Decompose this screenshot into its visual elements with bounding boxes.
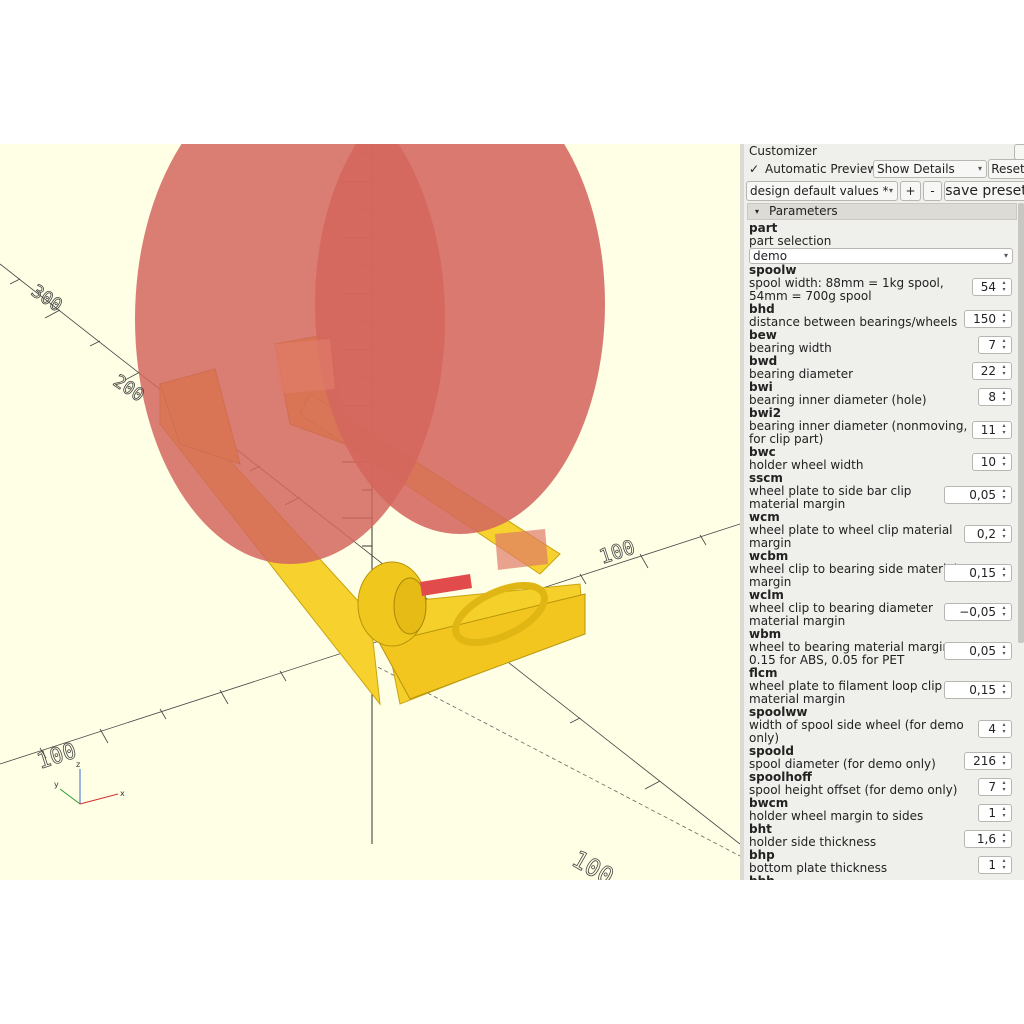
spin-arrows-icon[interactable]: ▴ ▾ — [1000, 337, 1008, 351]
axle-pin — [420, 574, 472, 596]
spin-arrows-icon[interactable]: ▴ ▾ — [1000, 779, 1008, 793]
reset-button[interactable]: Reset — [988, 159, 1024, 179]
param-value: 150 — [973, 312, 996, 326]
param-value: 22 — [980, 364, 996, 378]
param-spinbox-bwcm[interactable]: 1 ▴ ▾ — [978, 804, 1012, 822]
param-spinbox-spoolhoff[interactable]: 7 ▴ ▾ — [978, 778, 1012, 796]
customizer-title: Customizer — [749, 144, 817, 158]
parameters-header-label: Parameters — [769, 204, 838, 218]
3d-viewport[interactable]: 300 200 100 100 100 z y x — [0, 144, 740, 880]
param-spinbox-spoolww[interactable]: 4 ▴ ▾ — [978, 720, 1012, 738]
param-spinbox-wbm[interactable]: 0,05 ▴ ▾ — [944, 642, 1012, 660]
param-value: 4 — [988, 722, 996, 736]
param-value: 216 — [973, 754, 996, 768]
param-description: width of spool side wheel (for demo — [749, 718, 964, 732]
param-value: 10 — [980, 455, 996, 469]
axis-label-100-neg-x: 100 — [34, 739, 80, 775]
param-value: 7 — [988, 780, 996, 794]
bearing-block-front — [495, 529, 548, 570]
spin-arrows-icon[interactable]: ▴ ▾ — [1000, 721, 1008, 735]
param-spinbox-bew[interactable]: 7 ▴ ▾ — [978, 336, 1012, 354]
param-value: 1 — [988, 858, 996, 872]
param-description: distance between bearings/wheels — [749, 315, 958, 329]
param-spinbox-bwi[interactable]: 8 ▴ ▾ — [978, 388, 1012, 406]
param-value: 0,05 — [969, 488, 996, 502]
scrollbar[interactable] — [1018, 203, 1024, 643]
add-preset-button[interactable]: + — [900, 181, 921, 201]
gizmo-y-label: y — [54, 780, 59, 789]
axis-label-100-x: 100 — [596, 535, 638, 569]
automatic-preview-checkbox[interactable]: ✓ — [749, 163, 761, 175]
spin-arrows-icon[interactable]: ▴ ▾ — [1000, 682, 1008, 696]
param-value: 0,15 — [969, 566, 996, 580]
param-value: 1,6 — [976, 832, 996, 846]
spin-arrows-icon[interactable]: ▴ ▾ — [1000, 643, 1008, 657]
gizmo-x-label: x — [120, 789, 125, 798]
axis-label-100-neg-y: 100 — [567, 845, 619, 880]
spin-arrows-icon[interactable]: ▴ ▾ — [1000, 805, 1008, 819]
spin-arrows-icon[interactable]: ▴ ▾ — [1000, 487, 1008, 501]
part-select-value: demo — [753, 249, 788, 263]
param-value: 7 — [988, 338, 996, 352]
preset-value: design default values * — [750, 184, 889, 198]
spin-arrows-icon[interactable]: ▴ ▾ — [1000, 389, 1008, 403]
customizer-panel: Customizer ✓ Automatic Preview Show Deta… — [744, 144, 1024, 880]
param-spinbox-bhp[interactable]: 1 ▴ ▾ — [978, 856, 1012, 874]
spin-arrows-icon[interactable]: ▴ ▾ — [1000, 604, 1008, 618]
param-spinbox-flcm[interactable]: 0,15 ▴ ▾ — [944, 681, 1012, 699]
param-value: 8 — [988, 390, 996, 404]
param-spinbox-bwi2[interactable]: 11 ▴ ▾ — [972, 421, 1012, 439]
param-description: holder wheel margin to sides — [749, 809, 924, 823]
spin-arrows-icon[interactable]: ▴ ▾ — [1000, 565, 1008, 579]
param-value: 0,15 — [969, 683, 996, 697]
spin-arrows-icon[interactable]: ▴ ▾ — [1000, 831, 1008, 845]
param-spinbox-bwd[interactable]: 22 ▴ ▾ — [972, 362, 1012, 380]
model-render: 300 200 100 100 100 z y x — [0, 144, 740, 880]
remove-preset-button[interactable]: - — [923, 181, 942, 201]
preset-select[interactable]: design default values * ▾ — [746, 181, 898, 201]
automatic-preview-label: Automatic Preview — [765, 162, 878, 176]
param-spinbox-bhd[interactable]: 150 ▴ ▾ — [964, 310, 1012, 328]
automatic-preview-toggle[interactable]: ✓ Automatic Preview — [747, 160, 877, 179]
spin-arrows-icon[interactable]: ▴ ▾ — [1000, 526, 1008, 540]
spin-arrows-icon[interactable]: ▴ ▾ — [1000, 311, 1008, 325]
param-spinbox-bwc[interactable]: 10 ▴ ▾ — [972, 453, 1012, 471]
chevron-down-icon: ▾ — [888, 186, 893, 195]
param-value: −0,05 — [959, 605, 996, 619]
param-value: 1 — [988, 806, 996, 820]
param-spinbox-wcbm[interactable]: 0,15 ▴ ▾ — [944, 564, 1012, 582]
parameters-list: part part selection demo ▾ spoolw spool w… — [744, 222, 1018, 880]
spin-arrows-icon[interactable]: ▴ ▾ — [1000, 422, 1008, 436]
show-details-select[interactable]: Show Details ▾ — [873, 160, 987, 178]
chevron-down-icon: ▾ — [977, 164, 982, 173]
collapse-triangle-icon: ▾ — [755, 207, 760, 216]
customizer-float-button[interactable] — [1014, 144, 1024, 160]
param-spinbox-sscm[interactable]: 0,05 ▴ ▾ — [944, 486, 1012, 504]
gizmo-z-label: z — [76, 760, 80, 769]
param-spinbox-spoold[interactable]: 216 ▴ ▾ — [964, 752, 1012, 770]
parameters-group-header[interactable]: ▾ Parameters — [747, 203, 1017, 220]
param-name: bbb — [749, 875, 775, 881]
chevron-down-icon: ▾ — [1003, 251, 1008, 260]
param-description: part selection — [749, 234, 832, 248]
param-spinbox-spoolw[interactable]: 54 ▴ ▾ — [972, 278, 1012, 296]
show-details-value: Show Details — [877, 162, 955, 176]
param-value: 0,2 — [976, 527, 996, 541]
spin-arrows-icon[interactable]: ▴ ▾ — [1000, 454, 1008, 468]
param-spinbox-wcm[interactable]: 0,2 ▴ ▾ — [964, 525, 1012, 543]
bearing-block-back — [275, 339, 335, 394]
save-preset-button[interactable]: save preset — [944, 181, 1024, 201]
openscad-window: 300 200 100 100 100 z y x Customizer ✓ A… — [0, 144, 1024, 880]
param-spinbox-wclm[interactable]: −0,05 ▴ ▾ — [944, 603, 1012, 621]
param-value: 54 — [980, 280, 996, 294]
spin-arrows-icon[interactable]: ▴ ▾ — [1000, 753, 1008, 767]
param-value: 11 — [980, 423, 996, 437]
param-value: 0,05 — [969, 644, 996, 658]
spin-arrows-icon[interactable]: ▴ ▾ — [1000, 857, 1008, 871]
spin-arrows-icon[interactable]: ▴ ▾ — [1000, 279, 1008, 293]
spin-arrows-icon[interactable]: ▴ ▾ — [1000, 363, 1008, 377]
param-spinbox-bht[interactable]: 1,6 ▴ ▾ — [964, 830, 1012, 848]
part-select[interactable]: demo ▾ — [749, 248, 1013, 264]
